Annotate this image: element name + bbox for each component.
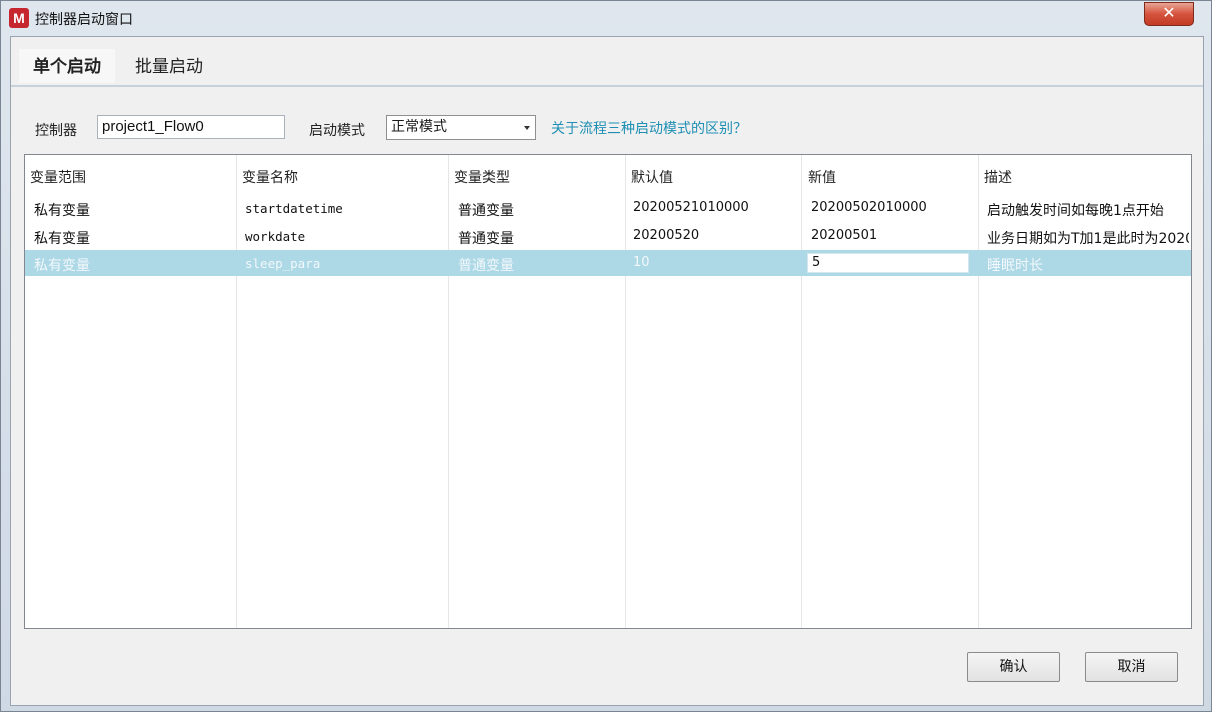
controller-input[interactable]: project1_Flow0: [97, 115, 285, 139]
tab-single-start[interactable]: 单个启动: [19, 49, 115, 83]
cell-description: 业务日期如为T加1是此时为2020: [987, 231, 1189, 247]
cancel-button[interactable]: 取消: [1085, 652, 1178, 682]
controller-form: 控制器 project1_Flow0 启动模式 正常模式 关于流程三种启动模式的…: [11, 115, 1203, 141]
cell-scope: 私有变量: [34, 231, 90, 247]
table-row[interactable]: 私有变量 workdate 普通变量 20200520 20200501 业务日…: [25, 223, 1191, 249]
window-title: 控制器启动窗口: [35, 12, 133, 28]
app-window: M 控制器启动窗口 ✕ 单个启动 批量启动 控制器 project1_Flow0…: [0, 0, 1212, 712]
cell-default: 20200520: [633, 228, 700, 243]
header-name[interactable]: 变量名称: [242, 167, 298, 187]
dialog-body: 单个启动 批量启动 控制器 project1_Flow0 启动模式 正常模式 关…: [10, 36, 1204, 706]
cell-default: 20200521010000: [633, 200, 749, 215]
cell-type: 普通变量: [458, 231, 514, 247]
tab-bar: 单个启动 批量启动: [11, 37, 1203, 87]
cell-name: startdatetime: [245, 201, 343, 216]
new-value-edit-input[interactable]: 5: [807, 253, 969, 273]
table-row[interactable]: 私有变量 startdatetime 普通变量 20200521010000 2…: [25, 195, 1191, 221]
header-scope[interactable]: 变量范围: [30, 167, 86, 187]
confirm-button[interactable]: 确认: [967, 652, 1060, 682]
mode-select[interactable]: 正常模式: [386, 115, 536, 140]
table-row-selected[interactable]: 私有变量 sleep_para 普通变量 10 5 睡眠时长: [25, 250, 1191, 276]
header-default[interactable]: 默认值: [631, 167, 673, 187]
cell-description: 启动触发时间如每晚1点开始: [987, 203, 1164, 219]
cell-name: workdate: [245, 229, 306, 244]
cell-name: sleep_para: [245, 256, 321, 271]
app-logo-icon: M: [9, 8, 29, 28]
mode-help-link[interactable]: 关于流程三种启动模式的区别？: [551, 118, 747, 138]
chevron-down-icon: [524, 126, 530, 130]
close-button[interactable]: ✕: [1144, 2, 1194, 26]
variables-table[interactable]: 变量范围 变量名称 变量类型 默认值 新值 描述 私有变量 startdatet…: [24, 154, 1192, 629]
controller-label: 控制器: [35, 123, 77, 139]
tab-batch-start[interactable]: 批量启动: [121, 49, 217, 83]
cell-new-value[interactable]: 20200501: [811, 228, 877, 243]
header-description[interactable]: 描述: [984, 167, 1012, 187]
cell-type: 普通变量: [458, 258, 514, 274]
cell-default: 10: [633, 255, 650, 270]
cell-new-value[interactable]: 20200502010000: [811, 200, 927, 215]
close-icon: ✕: [1162, 3, 1176, 22]
cell-type: 普通变量: [458, 203, 514, 219]
cell-scope: 私有变量: [34, 203, 90, 219]
mode-select-value: 正常模式: [391, 119, 447, 135]
mode-label: 启动模式: [309, 123, 365, 139]
header-new-value[interactable]: 新值: [808, 167, 836, 187]
title-bar[interactable]: M 控制器启动窗口 ✕: [1, 1, 1211, 35]
header-type[interactable]: 变量类型: [454, 167, 510, 187]
cell-scope: 私有变量: [34, 258, 90, 274]
cell-description: 睡眠时长: [987, 258, 1043, 274]
